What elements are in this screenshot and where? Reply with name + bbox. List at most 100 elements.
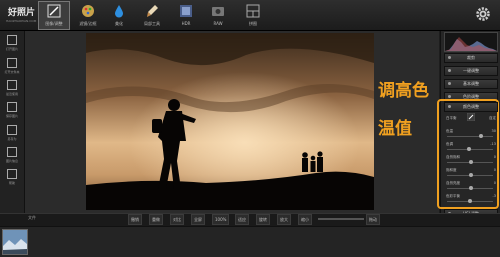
slider-knob[interactable] xyxy=(469,160,473,164)
tab-label: 基本调整 xyxy=(463,81,479,86)
slider-knob[interactable] xyxy=(469,186,473,190)
slider-label: 色调 xyxy=(446,142,453,146)
info-icon xyxy=(7,147,17,157)
tool-label: 拼图 xyxy=(249,21,257,26)
hdr-icon xyxy=(180,5,192,17)
logo-subtitle: HAOZHAOPIAN.COM xyxy=(6,19,37,23)
sidebar-label: 图片信息 xyxy=(5,159,18,163)
drop-icon xyxy=(115,5,123,18)
slider-track[interactable] xyxy=(447,136,493,137)
sidebar-label: 打开图片 xyxy=(5,47,18,51)
tool-label: 美化 xyxy=(115,21,123,26)
sidebar-item-save-as[interactable]: 另存为 xyxy=(2,124,22,146)
app-logo: 好照片 HAOZHAOPIAN.COM xyxy=(4,5,42,27)
slider-value[interactable]: 0 xyxy=(494,155,496,159)
redo-button[interactable]: 重做 xyxy=(149,214,163,225)
tab-label: 颜色调整 xyxy=(463,104,479,109)
drag-button[interactable]: 拖动 xyxy=(366,214,380,225)
tab-color-adjust[interactable]: 颜色调整 xyxy=(444,102,498,112)
tool-image-adjust[interactable]: 图像/调整 xyxy=(38,1,70,30)
sidebar-item-open-folder[interactable]: 打开文件夹 xyxy=(2,57,22,79)
tool-label: 局部工具 xyxy=(144,21,160,26)
tab-auto-adjust[interactable]: 一键调整 xyxy=(444,66,498,76)
tab-crop[interactable]: 裁剪 xyxy=(444,53,498,63)
slider-knob[interactable] xyxy=(469,173,473,177)
zoom-slider[interactable] xyxy=(318,218,364,220)
slider-row: 饱和度 0 xyxy=(445,168,497,180)
white-balance-mode-select[interactable]: 自定 xyxy=(489,116,496,121)
collage-icon xyxy=(246,4,260,18)
sidebar-label: 打开文件夹 xyxy=(4,70,20,74)
slider-label: 色彩平衡 xyxy=(446,194,460,198)
tool-filters[interactable]: 滤镜/边框 xyxy=(73,2,103,29)
annotation-temp-value: 温值 xyxy=(378,119,412,139)
section-dot-icon xyxy=(448,69,451,72)
slider-value[interactable]: -3 xyxy=(493,194,497,198)
save-as-icon xyxy=(7,125,17,135)
sidebar-label: 最近使用 xyxy=(5,92,18,96)
tool-collage[interactable]: 拼图 xyxy=(238,2,268,29)
slider-value[interactable]: 0 xyxy=(494,181,496,185)
sidebar-item-help[interactable]: 帮助 xyxy=(2,168,22,190)
tool-label: 滤镜/边框 xyxy=(79,21,97,26)
fit-button[interactable]: 适应 xyxy=(235,214,249,225)
tool-raw[interactable]: RAW xyxy=(203,2,233,29)
slider-label: 饱和度 xyxy=(446,168,457,172)
sidebar-item-save[interactable]: 保存图片 xyxy=(2,101,22,123)
slider-value[interactable]: 0 xyxy=(494,168,496,172)
slider-knob[interactable] xyxy=(467,199,472,203)
undo-button[interactable]: 撤销 xyxy=(128,214,142,225)
tool-hdr[interactable]: HDR xyxy=(171,2,201,29)
tab-basic-adjust[interactable]: 基本调整 xyxy=(444,79,498,89)
slider-row: 自然饱和 0 xyxy=(445,155,497,167)
tool-beautify[interactable]: 美化 xyxy=(104,2,134,29)
recent-icon xyxy=(7,80,17,90)
palette-icon xyxy=(82,5,94,17)
section-dot-icon xyxy=(448,105,451,108)
file-label: 文件 xyxy=(28,215,36,220)
tool-local[interactable]: 局部工具 xyxy=(137,2,167,29)
slider-knob[interactable] xyxy=(466,147,471,151)
tool-label: HDR xyxy=(181,21,191,26)
photo-preview[interactable] xyxy=(86,33,374,210)
help-icon xyxy=(7,169,17,179)
slider-label: 色温 xyxy=(446,129,453,133)
tab-label: 一键调整 xyxy=(463,68,479,73)
slider-label: 自然饱和 xyxy=(446,155,460,159)
rotate-button[interactable]: 旋转 xyxy=(256,214,270,225)
white-balance-label: 白平衡 xyxy=(446,116,457,120)
sidebar-label: 帮助 xyxy=(8,181,15,185)
gear-icon[interactable] xyxy=(475,6,491,22)
tool-label: 图像/调整 xyxy=(45,21,63,26)
section-dot-icon xyxy=(448,82,451,85)
slider-label: 自然亮度 xyxy=(446,181,460,185)
slider-row: 色调 -13 xyxy=(445,142,497,154)
slider-row: 色温 30 xyxy=(445,129,497,141)
thumbnail[interactable] xyxy=(2,229,28,255)
compare-button[interactable]: 对比 xyxy=(170,214,184,225)
slider-value[interactable]: 30 xyxy=(492,129,496,133)
save-icon xyxy=(7,102,17,112)
sidebar-label: 保存图片 xyxy=(5,114,18,118)
tab-label: 裁剪 xyxy=(467,55,475,60)
open-icon xyxy=(7,35,17,45)
sidebar-item-recent[interactable]: 最近使用 xyxy=(2,79,22,101)
brush-icon xyxy=(147,5,158,17)
annotation-raise-temp: 调高色 xyxy=(378,81,429,101)
zoom-out-button[interactable]: 缩小 xyxy=(298,214,312,225)
fullscreen-button[interactable]: 全屏 xyxy=(191,214,205,225)
actual-size-button[interactable]: 100% xyxy=(212,214,230,225)
slider-knob[interactable] xyxy=(478,134,483,138)
camera-icon xyxy=(212,7,224,16)
sidebar-item-info[interactable]: 图片信息 xyxy=(2,146,22,168)
section-dot-icon xyxy=(448,56,451,59)
slider-value[interactable]: -13 xyxy=(490,142,496,146)
logo-title: 好照片 xyxy=(8,8,36,18)
zoom-in-button[interactable]: 放大 xyxy=(277,214,291,225)
sidebar-item-open[interactable]: 打开图片 xyxy=(2,34,22,56)
eyedropper-icon[interactable] xyxy=(467,113,475,121)
folder-icon xyxy=(7,58,17,68)
slider-row: 色彩平衡 -3 xyxy=(445,194,497,206)
slider-row: 自然亮度 0 xyxy=(445,181,497,193)
tool-label: RAW xyxy=(213,21,223,26)
